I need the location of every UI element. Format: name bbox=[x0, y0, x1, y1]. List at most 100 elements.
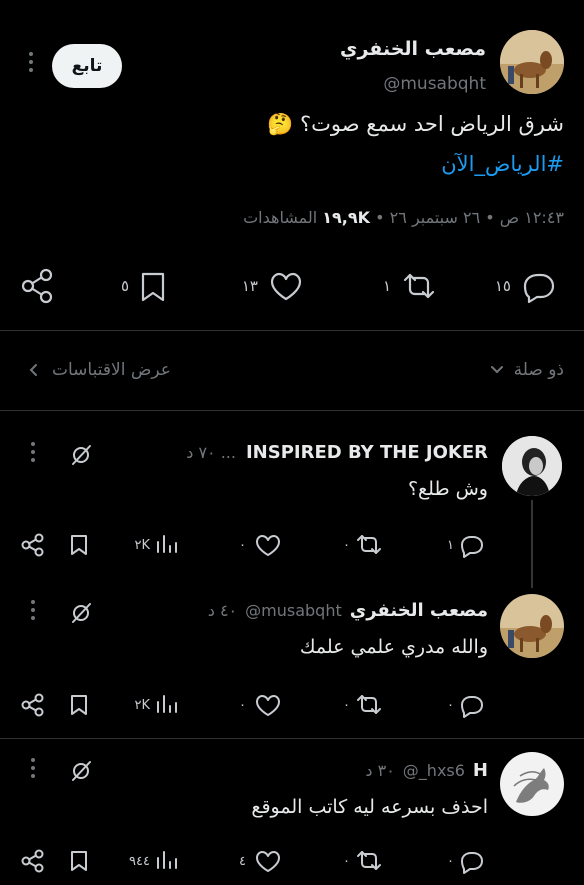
joker-avatar-image bbox=[502, 436, 562, 496]
camel-avatar-image bbox=[500, 30, 564, 94]
tweet-text: شرق الرياض احد سمع صوت؟ 🤔 bbox=[267, 112, 564, 136]
reply-retweet-action[interactable]: ٠ bbox=[336, 846, 390, 876]
reply-icon bbox=[523, 273, 555, 304]
horse-avatar-image bbox=[500, 752, 564, 816]
reply-views-action[interactable]: ٩٤٤ bbox=[120, 846, 180, 876]
bookmark-icon bbox=[71, 695, 87, 715]
more-options-icon[interactable] bbox=[30, 600, 36, 624]
reply-retweet-count: ٠ bbox=[343, 854, 350, 869]
retweet-icon bbox=[357, 851, 381, 870]
reply-display-name[interactable]: مصعب الخنفري bbox=[350, 600, 488, 621]
reply-handle[interactable]: @_hxs6 bbox=[403, 761, 465, 780]
share-action[interactable] bbox=[18, 266, 58, 306]
grok-icon[interactable] bbox=[68, 758, 94, 784]
views-icon bbox=[157, 695, 177, 713]
reply-reply-count: ٠ bbox=[447, 698, 454, 713]
more-options-icon[interactable] bbox=[30, 442, 36, 466]
reply-views-count: ٢K bbox=[134, 698, 150, 713]
more-options-icon[interactable] bbox=[28, 52, 34, 76]
like-count: ١٣ bbox=[242, 277, 258, 295]
retweet-action[interactable]: ١ bbox=[375, 266, 447, 306]
retweet-icon bbox=[357, 695, 381, 714]
reply-views-count: ٢K bbox=[134, 538, 150, 553]
sort-relevant-dropdown[interactable]: ذو صلة bbox=[490, 360, 564, 380]
more-options-icon[interactable] bbox=[30, 758, 36, 782]
reply-retweet-action[interactable]: ٠ bbox=[336, 690, 390, 720]
reply-bookmark-action[interactable] bbox=[66, 848, 92, 874]
divider bbox=[0, 410, 584, 411]
reply-retweet-count: ٠ bbox=[343, 538, 350, 553]
reply-reply-count: ٠ bbox=[447, 854, 454, 869]
reply-share-action[interactable] bbox=[20, 692, 46, 718]
views-label: المشاهدات bbox=[243, 208, 318, 227]
reply-reply-action[interactable]: ٠ bbox=[440, 846, 488, 876]
reply-avatar[interactable] bbox=[500, 752, 564, 816]
reply-header: ... ٧٠ د INSPIRED BY THE JOKER bbox=[186, 442, 488, 463]
divider bbox=[0, 738, 584, 739]
reply-avatar[interactable] bbox=[502, 436, 562, 496]
tweet-meta: ١٢:٤٣ ص • ٢٦ سبتمبر ٢٦ • ١٩,٩K المشاهدات bbox=[243, 208, 564, 227]
reply-reply-action[interactable]: ٠ bbox=[440, 690, 488, 720]
share-icon bbox=[21, 693, 44, 717]
hashtag-link[interactable]: #الرياض_الآن bbox=[441, 152, 564, 176]
heart-icon bbox=[256, 535, 280, 556]
bookmark-action[interactable]: ٥ bbox=[115, 266, 175, 306]
reply-text: احذف بسرعه ليه كاتب الموقع bbox=[251, 796, 488, 818]
reply-like-count: ٠ bbox=[239, 698, 246, 713]
reply-views-action[interactable]: ٢K bbox=[120, 690, 180, 720]
share-icon bbox=[21, 849, 44, 873]
views-icon bbox=[157, 535, 177, 553]
chevron-left-icon bbox=[28, 363, 38, 377]
view-quotes-link[interactable]: عرض الاقتباسات bbox=[28, 360, 171, 380]
reply-reply-count: ١ bbox=[447, 538, 454, 553]
retweet-icon bbox=[357, 535, 381, 554]
divider bbox=[0, 330, 584, 331]
reply-action[interactable]: ١٥ bbox=[495, 266, 563, 306]
bookmark-icon bbox=[71, 851, 87, 871]
reply-retweet-action[interactable]: ٠ bbox=[336, 530, 390, 560]
views-icon bbox=[157, 851, 177, 869]
reply-retweet-count: ٠ bbox=[343, 698, 350, 713]
share-icon bbox=[21, 533, 44, 557]
reply-bookmark-action[interactable] bbox=[66, 532, 92, 558]
grok-icon[interactable] bbox=[68, 442, 94, 468]
follow-button[interactable]: تابع bbox=[52, 44, 122, 88]
reply-reply-action[interactable]: ١ bbox=[440, 530, 488, 560]
reply-bookmark-action[interactable] bbox=[66, 692, 92, 718]
retweet-icon bbox=[403, 273, 435, 299]
reply-like-count: ٤ bbox=[239, 854, 246, 869]
reply-like-action[interactable]: ٠ bbox=[232, 530, 286, 560]
reply-like-count: ٠ bbox=[239, 538, 246, 553]
reply-share-action[interactable] bbox=[20, 532, 46, 558]
reply-time[interactable]: ٣٠ د bbox=[365, 761, 394, 780]
reply-like-action[interactable]: ٠ bbox=[232, 690, 286, 720]
tweet-timestamp[interactable]: ١٢:٤٣ ص • ٢٦ سبتمبر ٢٦ • bbox=[375, 208, 564, 227]
reply-display-name[interactable]: INSPIRED BY THE JOKER bbox=[246, 442, 488, 463]
sort-relevant-label: ذو صلة bbox=[513, 360, 564, 380]
author-display-name[interactable]: مصعب الخنفري bbox=[340, 38, 486, 60]
reply-like-action[interactable]: ٤ bbox=[232, 846, 286, 876]
follow-button-label: تابع bbox=[71, 56, 103, 76]
retweet-count: ١ bbox=[383, 277, 391, 295]
bookmark-icon bbox=[141, 272, 165, 302]
author-handle[interactable]: @musabqht bbox=[383, 74, 486, 94]
reply-text: والله مدري علمي علمك bbox=[299, 636, 488, 658]
reply-text: وش طلع؟ bbox=[407, 478, 488, 500]
reply-views-count: ٩٤٤ bbox=[129, 854, 150, 869]
reply-views-action[interactable]: ٢K bbox=[120, 530, 180, 560]
author-avatar[interactable] bbox=[500, 30, 564, 94]
reply-handle[interactable]: @musabqht bbox=[245, 601, 342, 620]
reply-handle-time[interactable]: ... ٧٠ د bbox=[186, 443, 236, 462]
like-action[interactable]: ١٣ bbox=[238, 266, 310, 306]
reply-avatar[interactable] bbox=[500, 594, 564, 658]
camel-avatar-image bbox=[500, 594, 564, 658]
reply-icon bbox=[461, 852, 483, 874]
chevron-down-icon bbox=[490, 365, 504, 375]
grok-icon[interactable] bbox=[68, 600, 94, 626]
heart-icon bbox=[256, 851, 280, 872]
share-icon bbox=[21, 268, 53, 304]
heart-icon bbox=[256, 695, 280, 716]
reply-time[interactable]: ٤٠ د bbox=[208, 601, 237, 620]
reply-share-action[interactable] bbox=[20, 848, 46, 874]
reply-display-name[interactable]: H bbox=[473, 760, 488, 781]
